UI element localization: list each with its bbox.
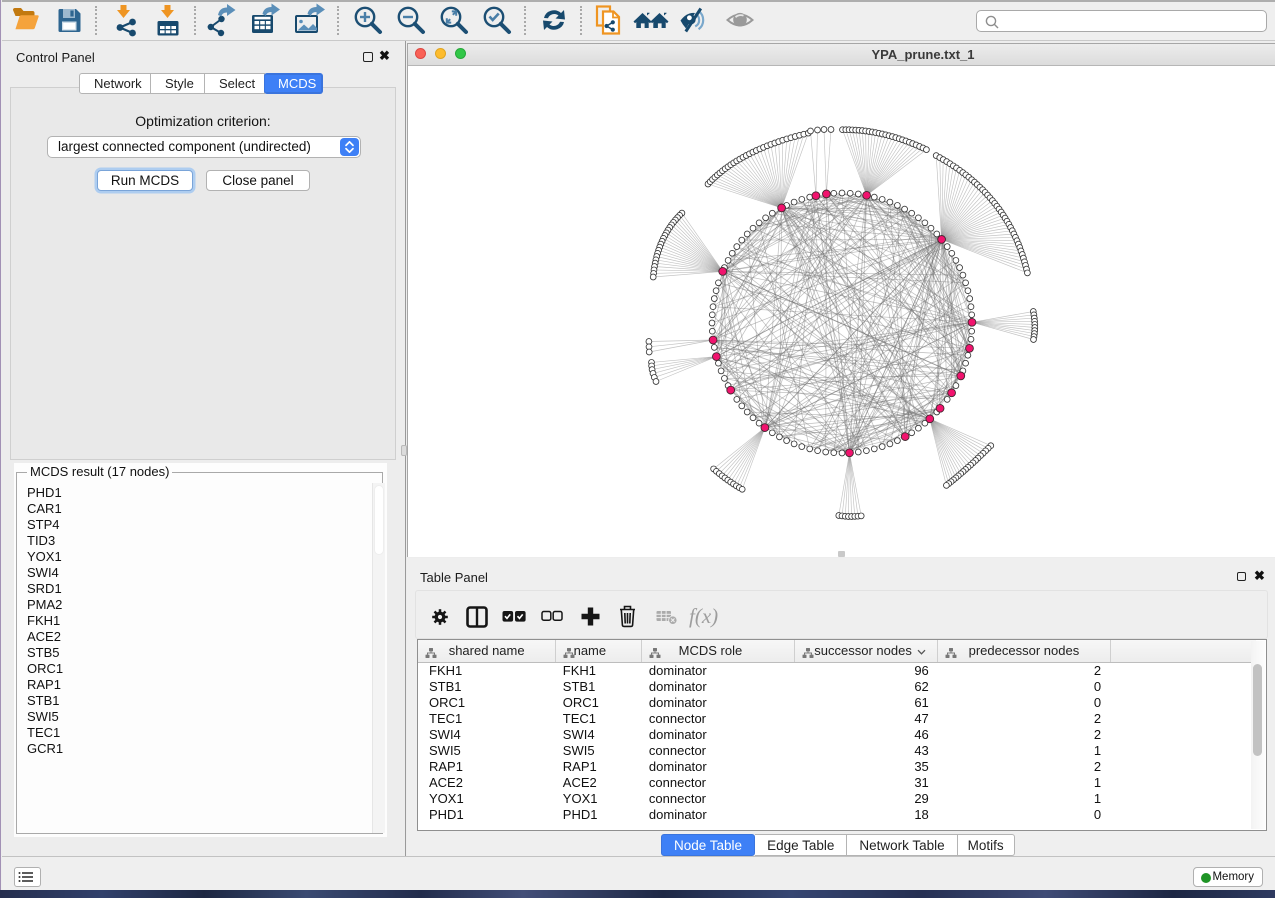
svg-text:f(x): f(x) bbox=[689, 604, 718, 628]
